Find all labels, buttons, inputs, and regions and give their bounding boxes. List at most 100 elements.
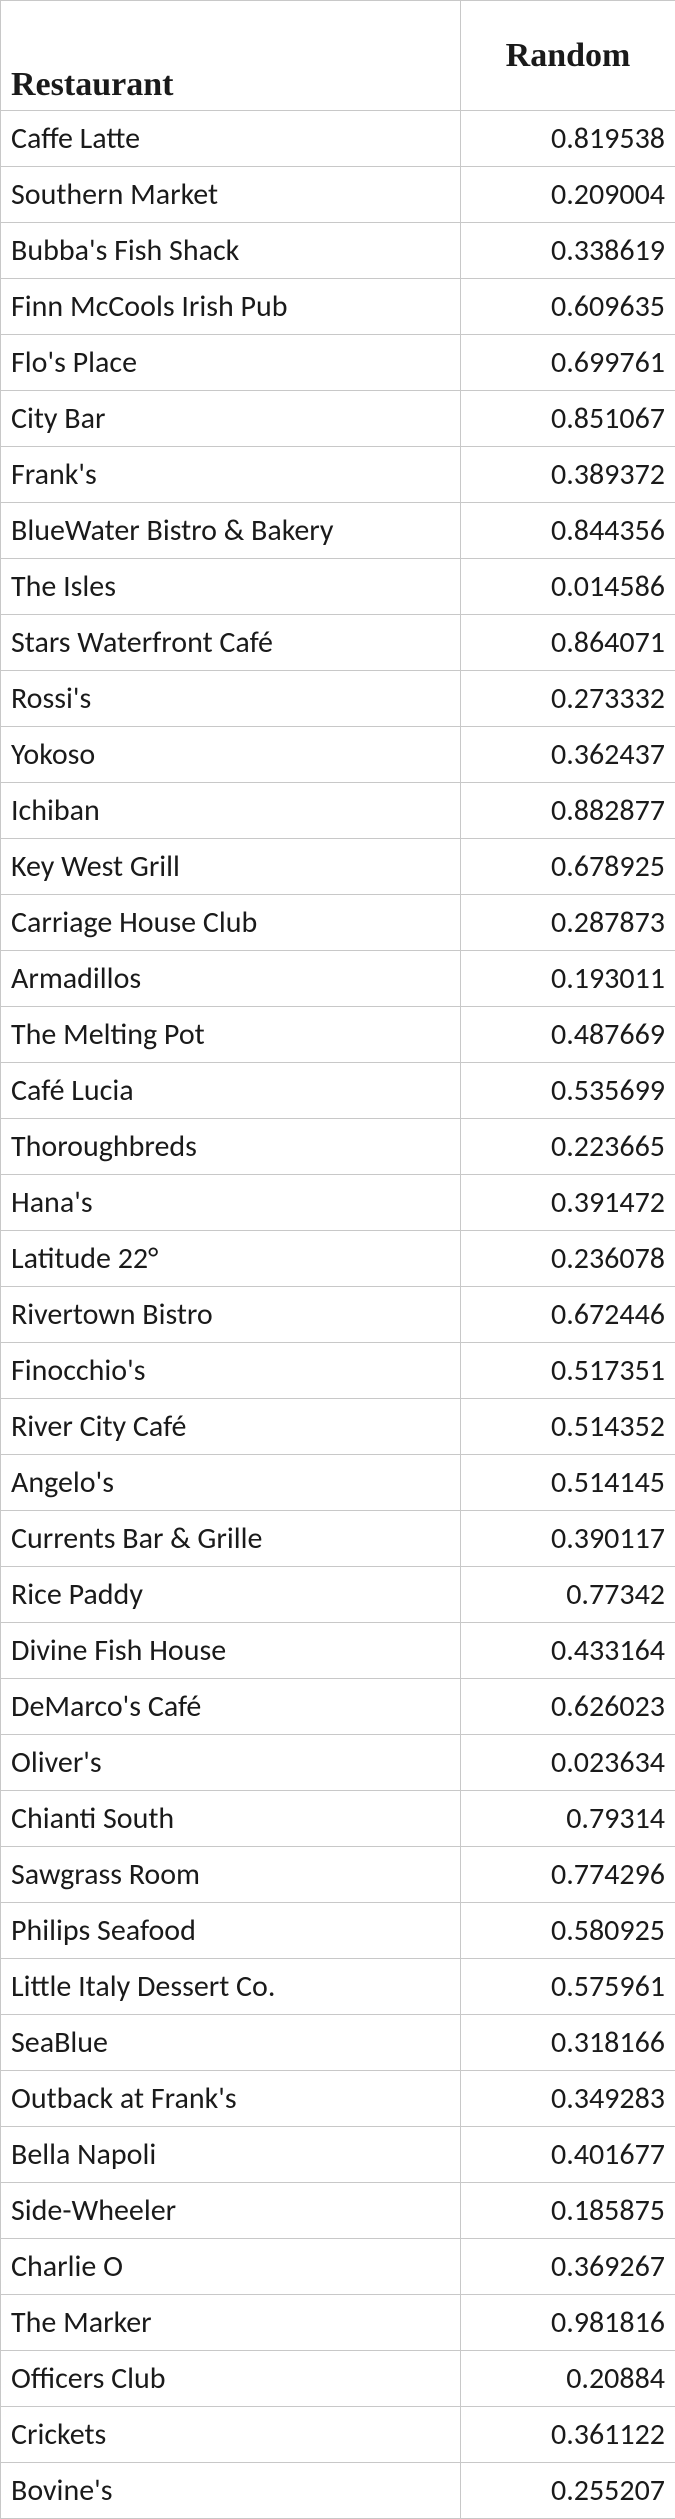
cell-restaurant: Key West Grill: [1, 839, 461, 895]
cell-random: 0.349283: [461, 2071, 675, 2127]
cell-restaurant: Outback at Frank's: [1, 2071, 461, 2127]
table-row: Café Lucia0.535699: [1, 1063, 675, 1119]
cell-random: 0.391472: [461, 1175, 675, 1231]
table-row: Frank's0.389372: [1, 447, 675, 503]
table-row: Flo's Place0.699761: [1, 335, 675, 391]
cell-random: 0.014586: [461, 559, 675, 615]
cell-restaurant: Frank's: [1, 447, 461, 503]
table-row: Philips Seafood0.580925: [1, 1903, 675, 1959]
cell-restaurant: Sawgrass Room: [1, 1847, 461, 1903]
cell-random: 0.401677: [461, 2127, 675, 2183]
table-row: Finocchio's0.517351: [1, 1343, 675, 1399]
cell-random: 0.844356: [461, 503, 675, 559]
cell-random: 0.981816: [461, 2295, 675, 2351]
table-row: Rivertown Bistro0.672446: [1, 1287, 675, 1343]
header-restaurant: Restaurant: [1, 1, 461, 111]
cell-restaurant: Little Italy Dessert Co.: [1, 1959, 461, 2015]
cell-random: 0.223665: [461, 1119, 675, 1175]
cell-random: 0.514352: [461, 1399, 675, 1455]
cell-restaurant: Charlie O: [1, 2239, 461, 2295]
cell-random: 0.433164: [461, 1623, 675, 1679]
cell-restaurant: Currents Bar & Grille: [1, 1511, 461, 1567]
table-row: Thoroughbreds0.223665: [1, 1119, 675, 1175]
table-row: Ichiban0.882877: [1, 783, 675, 839]
table-row: River City Café0.514352: [1, 1399, 675, 1455]
table-row: SeaBlue0.318166: [1, 2015, 675, 2071]
cell-restaurant: Finocchio's: [1, 1343, 461, 1399]
cell-random: 0.023634: [461, 1735, 675, 1791]
cell-random: 0.361122: [461, 2407, 675, 2463]
cell-restaurant: Rice Paddy: [1, 1567, 461, 1623]
cell-restaurant: Rossi's: [1, 671, 461, 727]
cell-restaurant: River City Café: [1, 1399, 461, 1455]
table-row: Key West Grill0.678925: [1, 839, 675, 895]
table-row: Divine Fish House0.433164: [1, 1623, 675, 1679]
table-row: Oliver's0.023634: [1, 1735, 675, 1791]
cell-restaurant: Yokoso: [1, 727, 461, 783]
cell-restaurant: Southern Market: [1, 167, 461, 223]
table-row: Rossi's0.273332: [1, 671, 675, 727]
cell-random: 0.79314: [461, 1791, 675, 1847]
table-row: Sawgrass Room0.774296: [1, 1847, 675, 1903]
cell-random: 0.535699: [461, 1063, 675, 1119]
cell-restaurant: Philips Seafood: [1, 1903, 461, 1959]
cell-random: 0.864071: [461, 615, 675, 671]
cell-random: 0.369267: [461, 2239, 675, 2295]
cell-restaurant: Flo's Place: [1, 335, 461, 391]
table-row: BlueWater Bistro & Bakery0.844356: [1, 503, 675, 559]
cell-restaurant: Latitude 22°: [1, 1231, 461, 1287]
table-row: Caffe Latte0.819538: [1, 111, 675, 167]
cell-random: 0.517351: [461, 1343, 675, 1399]
cell-random: 0.185875: [461, 2183, 675, 2239]
cell-random: 0.672446: [461, 1287, 675, 1343]
cell-random: 0.580925: [461, 1903, 675, 1959]
cell-restaurant: City Bar: [1, 391, 461, 447]
table-row: The Melting Pot0.487669: [1, 1007, 675, 1063]
cell-random: 0.389372: [461, 447, 675, 503]
cell-random: 0.487669: [461, 1007, 675, 1063]
cell-restaurant: Caffe Latte: [1, 111, 461, 167]
cell-restaurant: The Marker: [1, 2295, 461, 2351]
cell-random: 0.236078: [461, 1231, 675, 1287]
cell-random: 0.882877: [461, 783, 675, 839]
table-row: Angelo's0.514145: [1, 1455, 675, 1511]
table-row: Chianti South0.79314: [1, 1791, 675, 1847]
cell-restaurant: Carriage House Club: [1, 895, 461, 951]
cell-random: 0.273332: [461, 671, 675, 727]
cell-random: 0.255207: [461, 2463, 675, 2519]
table-row: Crickets0.361122: [1, 2407, 675, 2463]
cell-restaurant: Hana's: [1, 1175, 461, 1231]
cell-restaurant: Thoroughbreds: [1, 1119, 461, 1175]
cell-random: 0.318166: [461, 2015, 675, 2071]
cell-random: 0.193011: [461, 951, 675, 1007]
cell-random: 0.699761: [461, 335, 675, 391]
cell-random: 0.575961: [461, 1959, 675, 2015]
cell-restaurant: Oliver's: [1, 1735, 461, 1791]
cell-restaurant: The Melting Pot: [1, 1007, 461, 1063]
table-row: Little Italy Dessert Co.0.575961: [1, 1959, 675, 2015]
table-row: Outback at Frank's0.349283: [1, 2071, 675, 2127]
cell-random: 0.851067: [461, 391, 675, 447]
cell-random: 0.338619: [461, 223, 675, 279]
cell-random: 0.514145: [461, 1455, 675, 1511]
cell-restaurant: The Isles: [1, 559, 461, 615]
cell-restaurant: Divine Fish House: [1, 1623, 461, 1679]
table-row: Rice Paddy0.77342: [1, 1567, 675, 1623]
cell-random: 0.390117: [461, 1511, 675, 1567]
cell-restaurant: Rivertown Bistro: [1, 1287, 461, 1343]
cell-restaurant: Chianti South: [1, 1791, 461, 1847]
table-row: The Marker0.981816: [1, 2295, 675, 2351]
cell-restaurant: Officers Club: [1, 2351, 461, 2407]
table-row: Stars Waterfront Café0.864071: [1, 615, 675, 671]
table-row: Bella Napoli0.401677: [1, 2127, 675, 2183]
header-random: Random: [461, 1, 675, 111]
table-row: Yokoso0.362437: [1, 727, 675, 783]
cell-random: 0.287873: [461, 895, 675, 951]
table-row: Latitude 22°0.236078: [1, 1231, 675, 1287]
table-row: City Bar0.851067: [1, 391, 675, 447]
cell-restaurant: Angelo's: [1, 1455, 461, 1511]
table-row: Officers Club0.20884: [1, 2351, 675, 2407]
table-row: Finn McCools Irish Pub0.609635: [1, 279, 675, 335]
table-row: Hana's0.391472: [1, 1175, 675, 1231]
table-row: Carriage House Club0.287873: [1, 895, 675, 951]
